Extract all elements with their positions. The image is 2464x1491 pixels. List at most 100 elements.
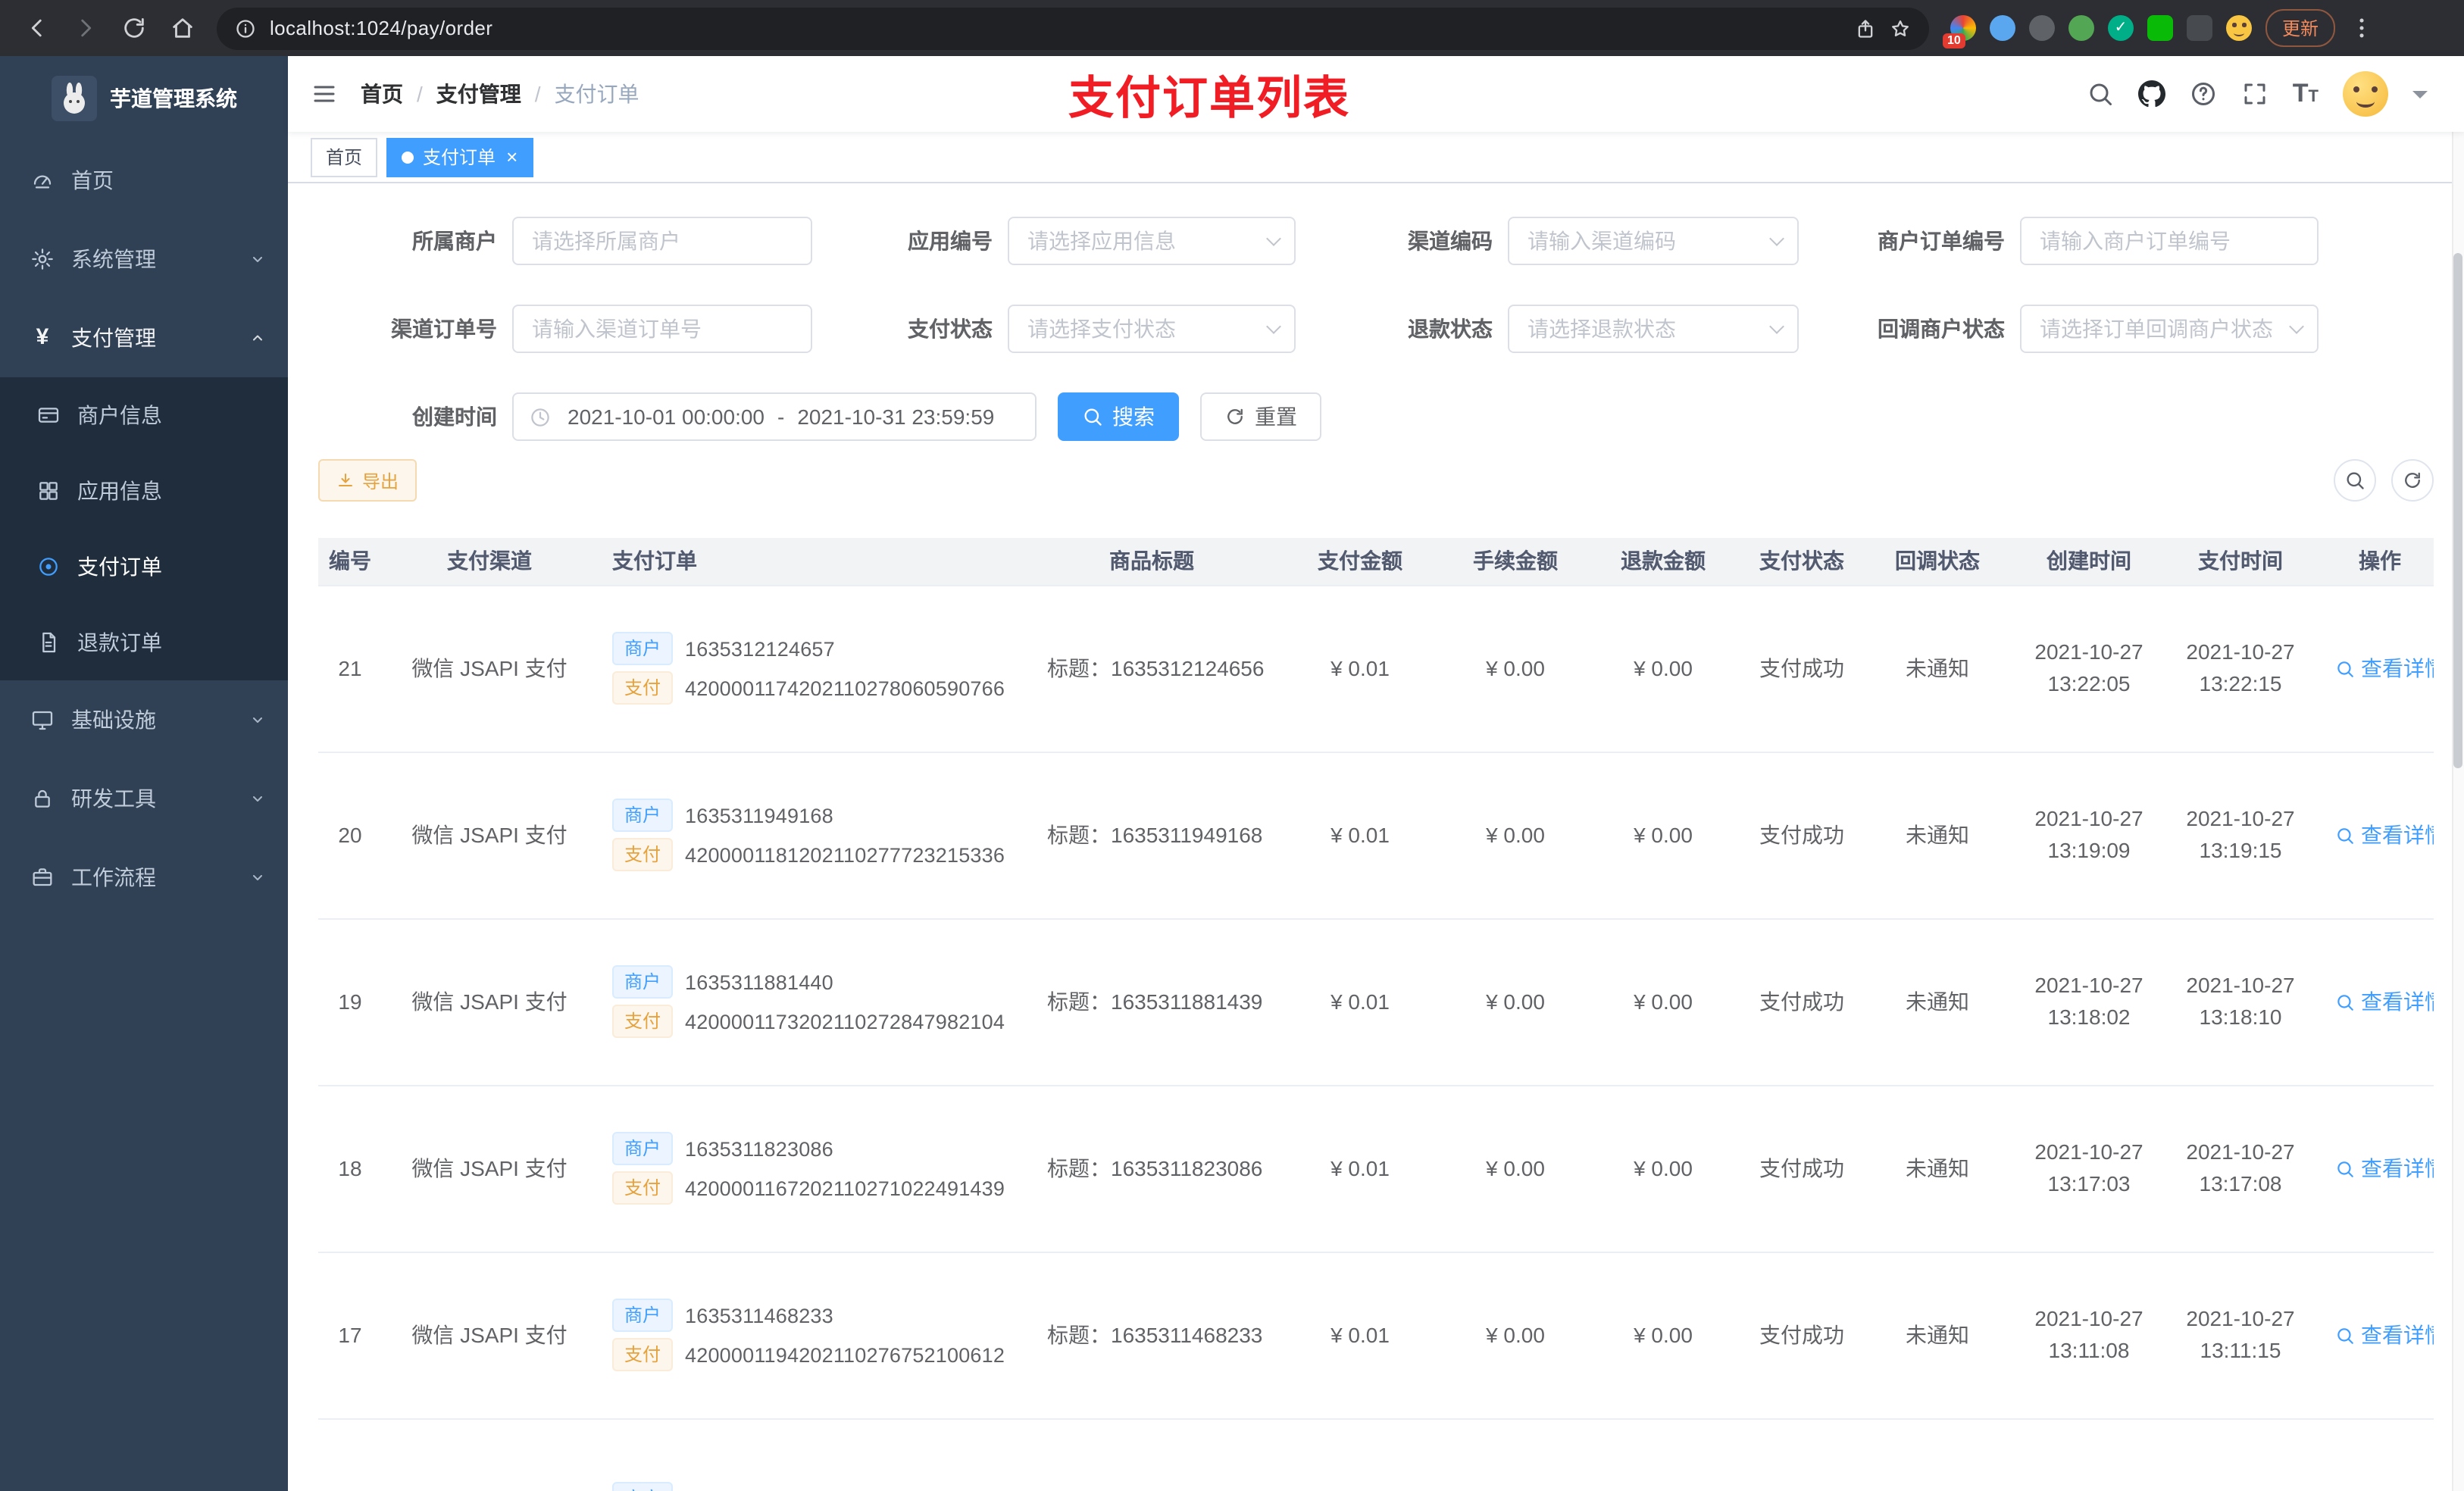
sidebar-item-app-info[interactable]: 应用信息	[0, 453, 288, 529]
extension-icon-blue[interactable]	[1990, 15, 2015, 41]
share-icon[interactable]	[1855, 17, 1876, 39]
hamburger-icon[interactable]	[288, 80, 361, 108]
page-scrollbar[interactable]	[2452, 56, 2464, 1491]
sidebar-item-refund-order[interactable]: 退款订单	[0, 605, 288, 680]
callback-status-select[interactable]	[2020, 305, 2319, 353]
pay-status-input[interactable]	[1008, 305, 1296, 353]
create-time-end-input[interactable]	[787, 405, 1005, 429]
toggle-search-button[interactable]	[2334, 459, 2376, 502]
refund-status-select[interactable]	[1508, 305, 1799, 353]
tab-close-icon[interactable]: ×	[506, 147, 518, 167]
cell-amount: ¥ 0.01	[1265, 918, 1455, 1086]
browser-update-button[interactable]: 更新	[2265, 9, 2336, 47]
cell-refund: ¥ 0.00	[1576, 1085, 1750, 1252]
merchant-order-no-input[interactable]	[2020, 217, 2319, 265]
cell-status: 支付成功	[1750, 752, 1852, 919]
search-button[interactable]: 搜索	[1058, 392, 1179, 441]
channel-order-no-field[interactable]	[512, 305, 812, 353]
extension-icon-gray[interactable]	[2029, 15, 2055, 41]
cell-channel: 微信 JSAPI 支付	[382, 1252, 597, 1419]
extension-icon-green[interactable]	[2068, 15, 2094, 41]
breadcrumb-home[interactable]: 首页	[361, 79, 403, 109]
browser-menu-icon[interactable]	[2349, 15, 2375, 41]
extension-icon-colorful[interactable]: 10	[1943, 15, 1976, 48]
logo[interactable]: 芋道管理系统	[0, 56, 288, 141]
channel-code-input[interactable]	[1508, 217, 1799, 265]
forward-icon[interactable]	[73, 15, 98, 41]
cell-actions: 查看详情	[2326, 752, 2434, 919]
merchant-order-number: 1635312124657	[685, 637, 835, 660]
cell-title	[1038, 1418, 1265, 1491]
cell-channel: 微信 JSAPI 支付	[382, 752, 597, 919]
profile-avatar-icon[interactable]	[2226, 15, 2252, 41]
home-icon[interactable]	[170, 15, 195, 41]
sidebar-item-workflow[interactable]: 工作流程	[0, 838, 288, 917]
cell-actions: 查看详情	[2326, 1085, 2434, 1252]
channel-code-select[interactable]	[1508, 217, 1799, 265]
callback-status-input[interactable]	[2020, 305, 2319, 353]
extensions-pin-icon[interactable]	[2187, 15, 2212, 41]
fullscreen-icon[interactable]	[2241, 80, 2269, 108]
view-detail-icon	[2335, 825, 2355, 845]
sidebar-item-infrastructure[interactable]: 基础设施	[0, 680, 288, 759]
view-detail-link[interactable]: 查看详情	[2335, 1153, 2434, 1183]
back-icon[interactable]	[24, 15, 50, 41]
tab-pay-order[interactable]: 支付订单 ×	[386, 137, 533, 177]
sidebar-item-home[interactable]: 首页	[0, 141, 288, 220]
app-no-input[interactable]	[1008, 217, 1296, 265]
create-time-range-picker[interactable]: -	[512, 392, 1037, 441]
tab-home[interactable]: 首页	[311, 137, 378, 177]
cell-paid: 2021-10-27 13:17:08	[2155, 1085, 2326, 1252]
cell-status: 支付成功	[1750, 1085, 1852, 1252]
site-info-icon[interactable]	[235, 17, 256, 39]
grid-icon	[36, 479, 61, 503]
reload-icon[interactable]	[121, 15, 147, 41]
view-detail-link[interactable]: 查看详情	[2335, 1320, 2434, 1350]
channel-order-no-input[interactable]	[512, 305, 812, 353]
sidebar-item-system[interactable]: 系统管理	[0, 220, 288, 299]
filter-row-1: 所属商户 应用编号 渠道编码	[318, 217, 2434, 265]
extension-badge: 10	[1943, 33, 1965, 48]
owner-merchant-select[interactable]	[512, 217, 812, 265]
create-time-start-input[interactable]	[558, 405, 774, 429]
breadcrumb-payment[interactable]: 支付管理	[436, 79, 521, 109]
url-bar[interactable]: localhost:1024/pay/order	[217, 7, 1929, 49]
monitor-icon	[30, 708, 55, 732]
font-size-icon[interactable]: TT	[2293, 80, 2319, 108]
sidebar-item-dev-tools[interactable]: 研发工具	[0, 759, 288, 838]
export-button[interactable]: 导出	[318, 459, 417, 502]
reset-button[interactable]: 重置	[1200, 392, 1321, 441]
refund-status-input[interactable]	[1508, 305, 1799, 353]
pay-status-select[interactable]	[1008, 305, 1296, 353]
extension-icon-wechat[interactable]	[2147, 15, 2173, 41]
page-scrollbar-thumb[interactable]	[2453, 253, 2462, 768]
view-detail-link[interactable]: 查看详情	[2335, 653, 2434, 683]
cell-callback: 未通知	[1852, 918, 2023, 1086]
bookmark-star-icon[interactable]	[1890, 17, 1911, 39]
avatar-caret-icon[interactable]	[2412, 91, 2428, 106]
owner-merchant-input[interactable]	[512, 217, 812, 265]
cell-id: 21	[318, 585, 382, 752]
cell-amount: ¥ 0.01	[1265, 1085, 1455, 1252]
github-icon[interactable]	[2138, 80, 2165, 108]
view-detail-link[interactable]: 查看详情	[2335, 986, 2434, 1017]
sidebar-item-payment[interactable]: ¥ 支付管理	[0, 299, 288, 377]
help-icon[interactable]	[2190, 80, 2217, 108]
merchant-order-no-field[interactable]	[2020, 217, 2319, 265]
view-detail-link[interactable]: 查看详情	[2335, 820, 2434, 850]
browser-chrome: localhost:1024/pay/order 10 ✓ 更新	[0, 0, 2464, 56]
sidebar-item-pay-order[interactable]: 支付订单	[0, 529, 288, 605]
navbar-actions: TT	[2087, 71, 2464, 117]
extension-icon-check[interactable]: ✓	[2108, 15, 2134, 41]
target-icon	[36, 555, 61, 579]
chevron-down-icon	[249, 711, 267, 729]
avatar[interactable]	[2343, 71, 2388, 117]
search-icon[interactable]	[2087, 80, 2114, 108]
sidebar-item-merchant-info[interactable]: 商户信息	[0, 377, 288, 453]
breadcrumb: 首页 / 支付管理 / 支付订单	[361, 79, 639, 109]
refresh-table-button[interactable]	[2391, 459, 2434, 502]
app-no-select[interactable]	[1008, 217, 1296, 265]
cell-created: 2021-10-27 13:18:02	[2023, 918, 2155, 1086]
merchant-tag: 商户	[612, 965, 674, 999]
filter-label-channel-order-no: 渠道订单号	[391, 317, 497, 341]
